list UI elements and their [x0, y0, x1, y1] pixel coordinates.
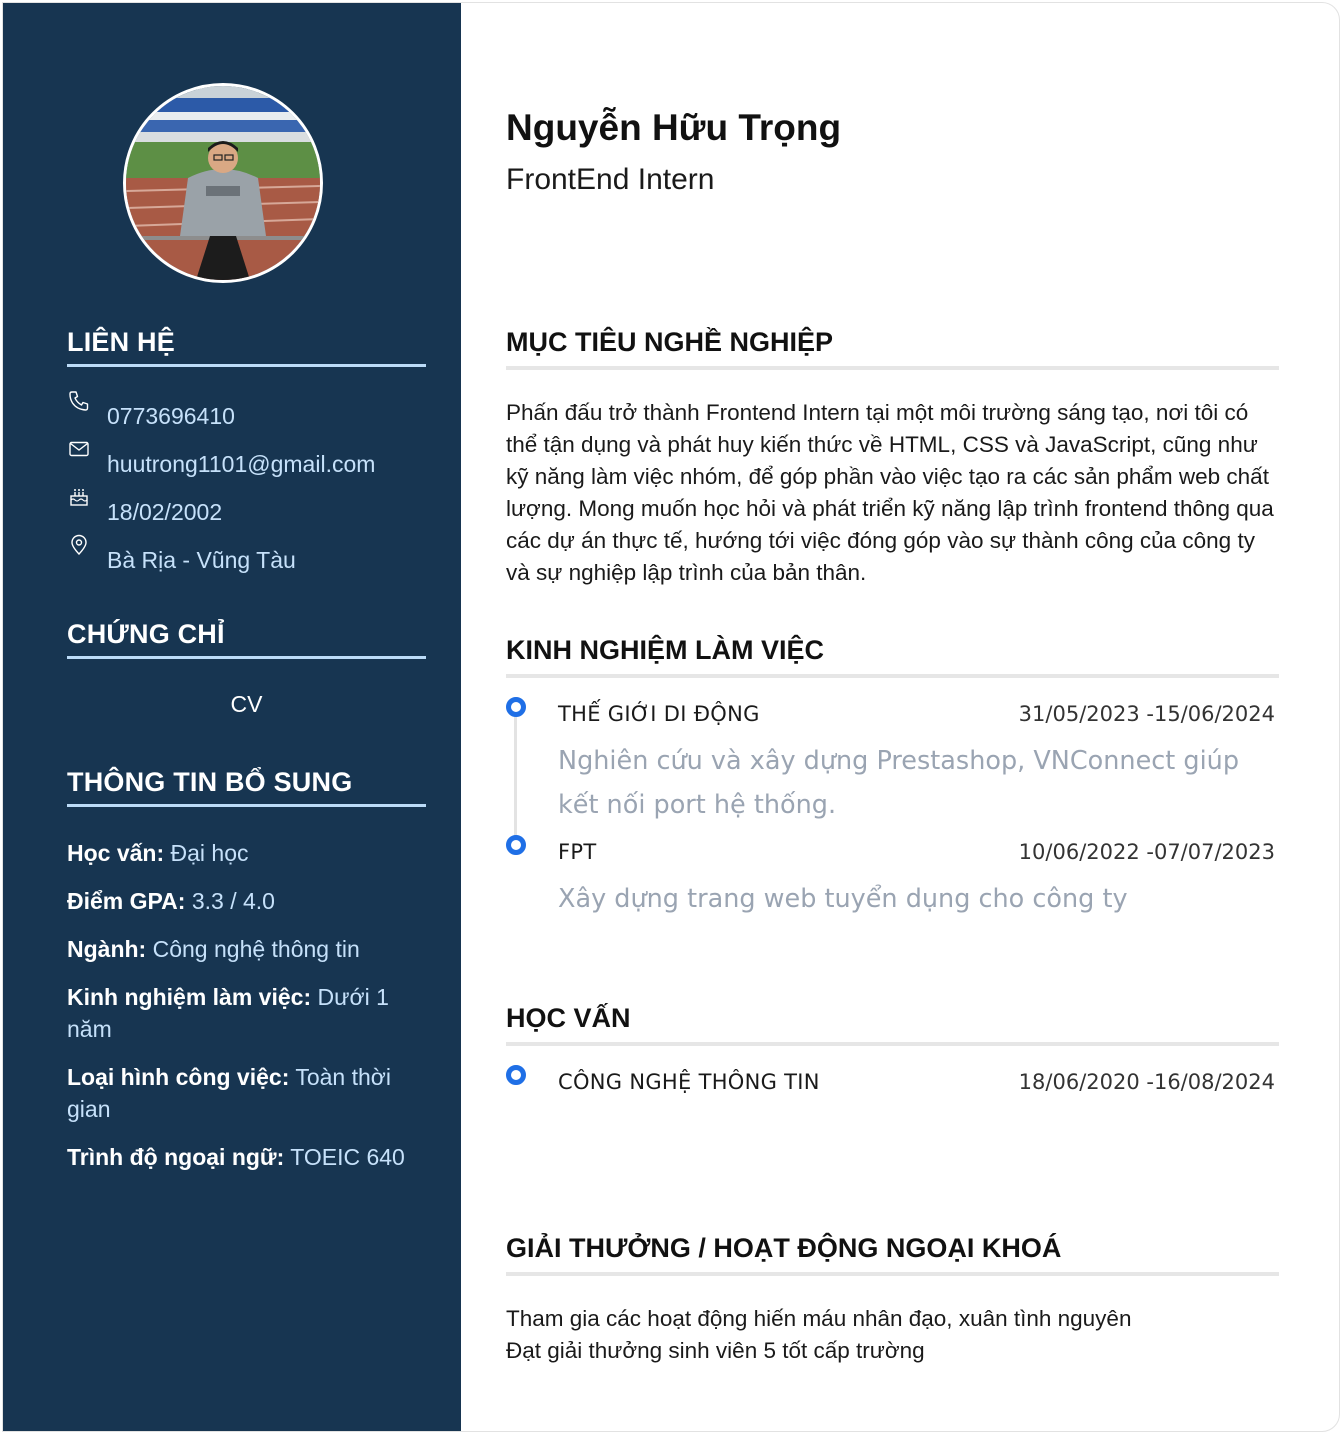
cv-page: LIÊN HỆ 0773696410 huutrong1101@gmail.co…	[2, 2, 1340, 1432]
info-value: Đại học	[170, 840, 249, 866]
additional-info-heading: THÔNG TIN BỔ SUNG	[67, 767, 426, 807]
info-label: Trình độ ngoại ngữ:	[67, 1144, 285, 1170]
timeline-dot	[506, 697, 526, 717]
sidebar: LIÊN HỆ 0773696410 huutrong1101@gmail.co…	[3, 3, 461, 1431]
experience-description: Xây dựng trang web tuyển dụng cho công t…	[558, 884, 1128, 914]
certificates-heading: CHỨNG CHỈ	[67, 619, 426, 659]
mail-icon	[67, 437, 91, 461]
experience-heading: KINH NGHIỆM LÀM VIỆC	[506, 635, 1279, 678]
location-value: Bà Rịa - Vũng Tàu	[107, 547, 296, 573]
info-label: Điểm GPA:	[67, 888, 186, 914]
info-gpa: Điểm GPA: 3.3 / 4.0	[67, 885, 427, 917]
info-value: Công nghệ thông tin	[152, 936, 360, 962]
experience-company: THẾ GIỚI DI ĐỘNG	[558, 702, 760, 726]
timeline-dot	[506, 1065, 526, 1085]
experience-date: 31/05/2023 -15/06/2024	[1018, 702, 1275, 726]
birthday-value: 18/02/2002	[107, 499, 223, 525]
experience-company: FPT	[558, 840, 597, 864]
objective-text: Phấn đấu trở thành Frontend Intern tại m…	[506, 400, 1274, 585]
contact-location: Bà Rịa - Vũng Tàu	[67, 534, 437, 577]
experience-description: Nghiên cứu và xây dựng Prestashop, VNCon…	[558, 746, 1240, 820]
phone-icon	[67, 389, 91, 413]
cake-icon	[67, 485, 91, 509]
objective-heading: MỤC TIÊU NGHỀ NGHIỆP	[506, 327, 1279, 370]
info-experience: Kinh nghiệm làm việc: Dưới 1 năm	[67, 981, 427, 1045]
contact-phone: 0773696410	[67, 391, 437, 433]
education-date: 18/06/2020 -16/08/2024	[1018, 1070, 1275, 1094]
info-label: Kinh nghiệm làm việc:	[67, 984, 312, 1010]
timeline-line	[514, 715, 517, 847]
info-language: Trình độ ngoại ngữ: TOEIC 640	[67, 1141, 427, 1173]
awards-heading: GIẢI THƯỞNG / HOẠT ĐỘNG NGOẠI KHOÁ	[506, 1233, 1279, 1276]
contact-heading: LIÊN HỆ	[67, 327, 426, 367]
info-value: TOEIC 640	[290, 1144, 405, 1170]
info-major: Ngành: Công nghệ thông tin	[67, 933, 427, 965]
info-job-type: Loại hình công việc: Toàn thời gian	[67, 1061, 427, 1125]
info-label: Ngành:	[67, 936, 147, 962]
profile-photo	[126, 86, 320, 280]
info-label: Học vấn:	[67, 840, 165, 866]
candidate-role: FrontEnd Intern	[506, 163, 715, 196]
contact-birthday: 18/02/2002	[67, 489, 437, 529]
location-icon	[67, 533, 91, 557]
education-major: CÔNG NGHỆ THÔNG TIN	[558, 1070, 820, 1094]
info-label: Loại hình công việc:	[67, 1064, 290, 1090]
award-line: Tham gia các hoạt động hiến máu nhân đạo…	[506, 1306, 1132, 1331]
contact-email: huutrong1101@gmail.com	[67, 441, 437, 481]
certificate-item: CV	[230, 691, 263, 717]
award-line: Đạt giải thưởng sinh viên 5 tốt cấp trườ…	[506, 1338, 925, 1363]
email-link[interactable]: huutrong1101@gmail.com	[107, 451, 375, 478]
education-heading: HỌC VẤN	[506, 1003, 1279, 1046]
experience-date: 10/06/2022 -07/07/2023	[1018, 840, 1275, 864]
candidate-name: Nguyễn Hữu Trọng	[506, 107, 842, 148]
phone-link[interactable]: 0773696410	[107, 403, 235, 430]
info-education: Học vấn: Đại học	[67, 837, 427, 869]
avatar	[123, 83, 323, 283]
timeline-dot	[506, 835, 526, 855]
info-value: 3.3 / 4.0	[191, 888, 275, 914]
